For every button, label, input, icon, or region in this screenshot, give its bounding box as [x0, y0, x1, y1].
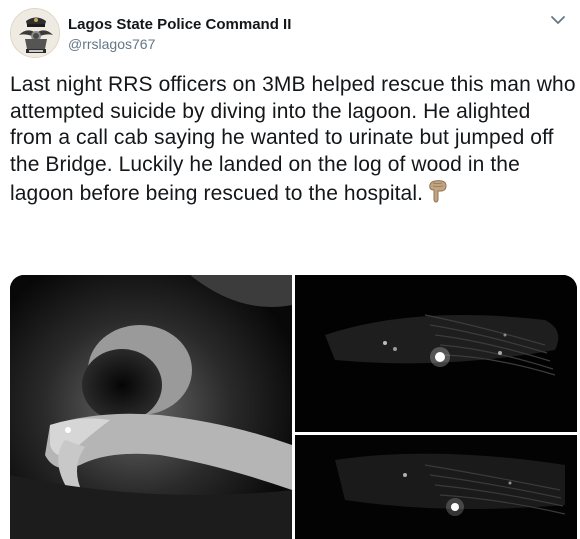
display-name[interactable]: Lagos State Police Command II: [68, 16, 291, 34]
photo-lagoon-night-2[interactable]: [295, 435, 577, 539]
tweet-header: Lagos State Police Command II @rrslagos7…: [10, 8, 570, 58]
tweet-text-content: Last night RRS officers on 3MB helped re…: [10, 73, 576, 205]
tweet-text: Last night RRS officers on 3MB helped re…: [10, 72, 578, 212]
photo-man-rescued[interactable]: [10, 275, 292, 539]
author-block: Lagos State Police Command II @rrslagos7…: [68, 16, 291, 53]
police-badge-icon: [11, 9, 59, 57]
pointing-down-hand-icon: [427, 178, 449, 212]
tweet-menu-button[interactable]: [548, 10, 568, 30]
media-grid: [10, 275, 577, 539]
photo-lagoon-night-1[interactable]: [295, 275, 577, 432]
chevron-down-icon: [551, 16, 565, 24]
user-handle[interactable]: @rrslagos767: [68, 35, 291, 53]
tweet-card: Lagos State Police Command II @rrslagos7…: [0, 0, 580, 539]
avatar[interactable]: [10, 8, 60, 58]
